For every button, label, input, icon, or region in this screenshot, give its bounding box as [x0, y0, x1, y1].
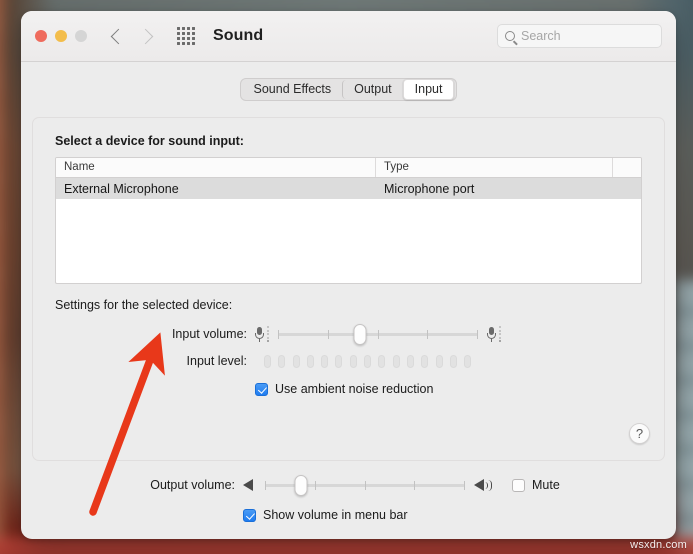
slider-thumb[interactable] [353, 324, 367, 346]
microphone-quiet-icon [255, 326, 269, 343]
level-segment [406, 354, 414, 368]
show-volume-menu-bar-checkbox[interactable]: Show volume in menu bar [243, 508, 408, 522]
slider-tick [327, 330, 329, 340]
level-segment [306, 354, 314, 368]
back-chevron-icon[interactable] [110, 28, 127, 44]
level-segment [364, 354, 372, 368]
level-segment [264, 354, 271, 368]
column-header-type[interactable]: Type [376, 158, 613, 177]
microphone-loud-icon [487, 326, 501, 343]
slider-tick [278, 330, 279, 340]
input-settings-panel: Select a device for sound input: Name Ty… [32, 117, 665, 461]
show-volume-menu-bar-label: Show volume in menu bar [263, 508, 408, 522]
forward-chevron-icon[interactable] [137, 28, 154, 44]
slider-tick [265, 481, 266, 490]
ambient-noise-label: Use ambient noise reduction [275, 382, 434, 397]
search-field[interactable]: Search [497, 24, 662, 48]
input-volume-row: Input volume: [55, 324, 642, 346]
slider-tick [414, 481, 416, 490]
output-volume-label: Output volume: [150, 478, 235, 492]
search-icon [505, 31, 515, 41]
traffic-lights [35, 30, 87, 42]
window-titlebar: Sound Search [21, 11, 676, 62]
input-volume-slider[interactable] [278, 324, 478, 346]
device-list-label: Select a device for sound input: [55, 134, 244, 148]
slider-thumb[interactable] [294, 475, 308, 496]
device-type-cell: Microphone port [384, 181, 475, 196]
level-segment [392, 354, 400, 368]
speaker-loud-icon [474, 478, 496, 492]
table-row[interactable]: External Microphone Microphone port [56, 178, 641, 199]
ambient-noise-checkbox[interactable]: Use ambient noise reduction [255, 382, 433, 396]
level-segment [278, 354, 286, 368]
mute-label: Mute [532, 478, 560, 492]
level-segment [378, 354, 386, 368]
mute-checkbox[interactable]: Mute [512, 478, 560, 492]
slider-tick [314, 481, 316, 490]
tab-bar: Sound Effects Output Input [21, 78, 676, 101]
level-segment [449, 354, 457, 368]
slider-tick [364, 481, 366, 490]
level-segment [321, 354, 329, 368]
zoom-button[interactable] [75, 30, 87, 42]
slider-tick [464, 481, 465, 490]
level-segment [335, 354, 343, 368]
grid-icon[interactable] [177, 27, 195, 45]
slider-tick [477, 330, 478, 340]
help-button[interactable]: ? [629, 423, 650, 444]
level-segment [421, 354, 429, 368]
level-segment [349, 354, 357, 368]
device-table[interactable]: Name Type External Microphone Microphone… [55, 157, 642, 284]
column-header-spacer [613, 158, 641, 177]
tab-input[interactable]: Input [402, 79, 455, 100]
table-header: Name Type [56, 158, 641, 178]
level-segment [435, 354, 443, 368]
checkbox-box[interactable] [512, 478, 525, 492]
slider-tick [427, 330, 429, 340]
search-placeholder: Search [521, 29, 561, 43]
output-volume-slider[interactable] [265, 475, 465, 496]
checkbox-box[interactable] [243, 508, 256, 522]
column-header-name[interactable]: Name [56, 158, 376, 177]
input-level-label: Input level: [186, 354, 247, 369]
input-level-row: Input level: [55, 354, 642, 368]
window-content: Sound Effects Output Input Select a devi… [21, 62, 676, 539]
checkbox-box[interactable] [255, 382, 268, 396]
tab-output[interactable]: Output [342, 80, 403, 99]
close-button[interactable] [35, 30, 47, 42]
page-title: Sound [213, 27, 264, 44]
level-segment [464, 354, 472, 368]
sound-preferences-window: Sound Search Sound Effects Output Input … [21, 11, 676, 539]
navigation-arrows [110, 28, 154, 44]
level-segment [292, 354, 300, 368]
minimize-button[interactable] [55, 30, 67, 42]
menu-bar-row: Show volume in menu bar [43, 508, 654, 522]
input-volume-label: Input volume: [171, 327, 247, 342]
tab-sound-effects[interactable]: Sound Effects [243, 80, 343, 99]
watermark: wsxdn.com [630, 539, 687, 551]
slider-tick [377, 330, 379, 340]
output-volume-row: Output volume: Mute [43, 475, 654, 496]
device-name-cell: External Microphone [64, 181, 179, 196]
speaker-quiet-icon [243, 478, 256, 492]
ambient-noise-row: Use ambient noise reduction [55, 382, 642, 396]
input-level-meter [264, 354, 472, 368]
global-sound-settings: Output volume: Mute Show volume in menu … [21, 461, 676, 522]
settings-label: Settings for the selected device: [55, 298, 233, 312]
